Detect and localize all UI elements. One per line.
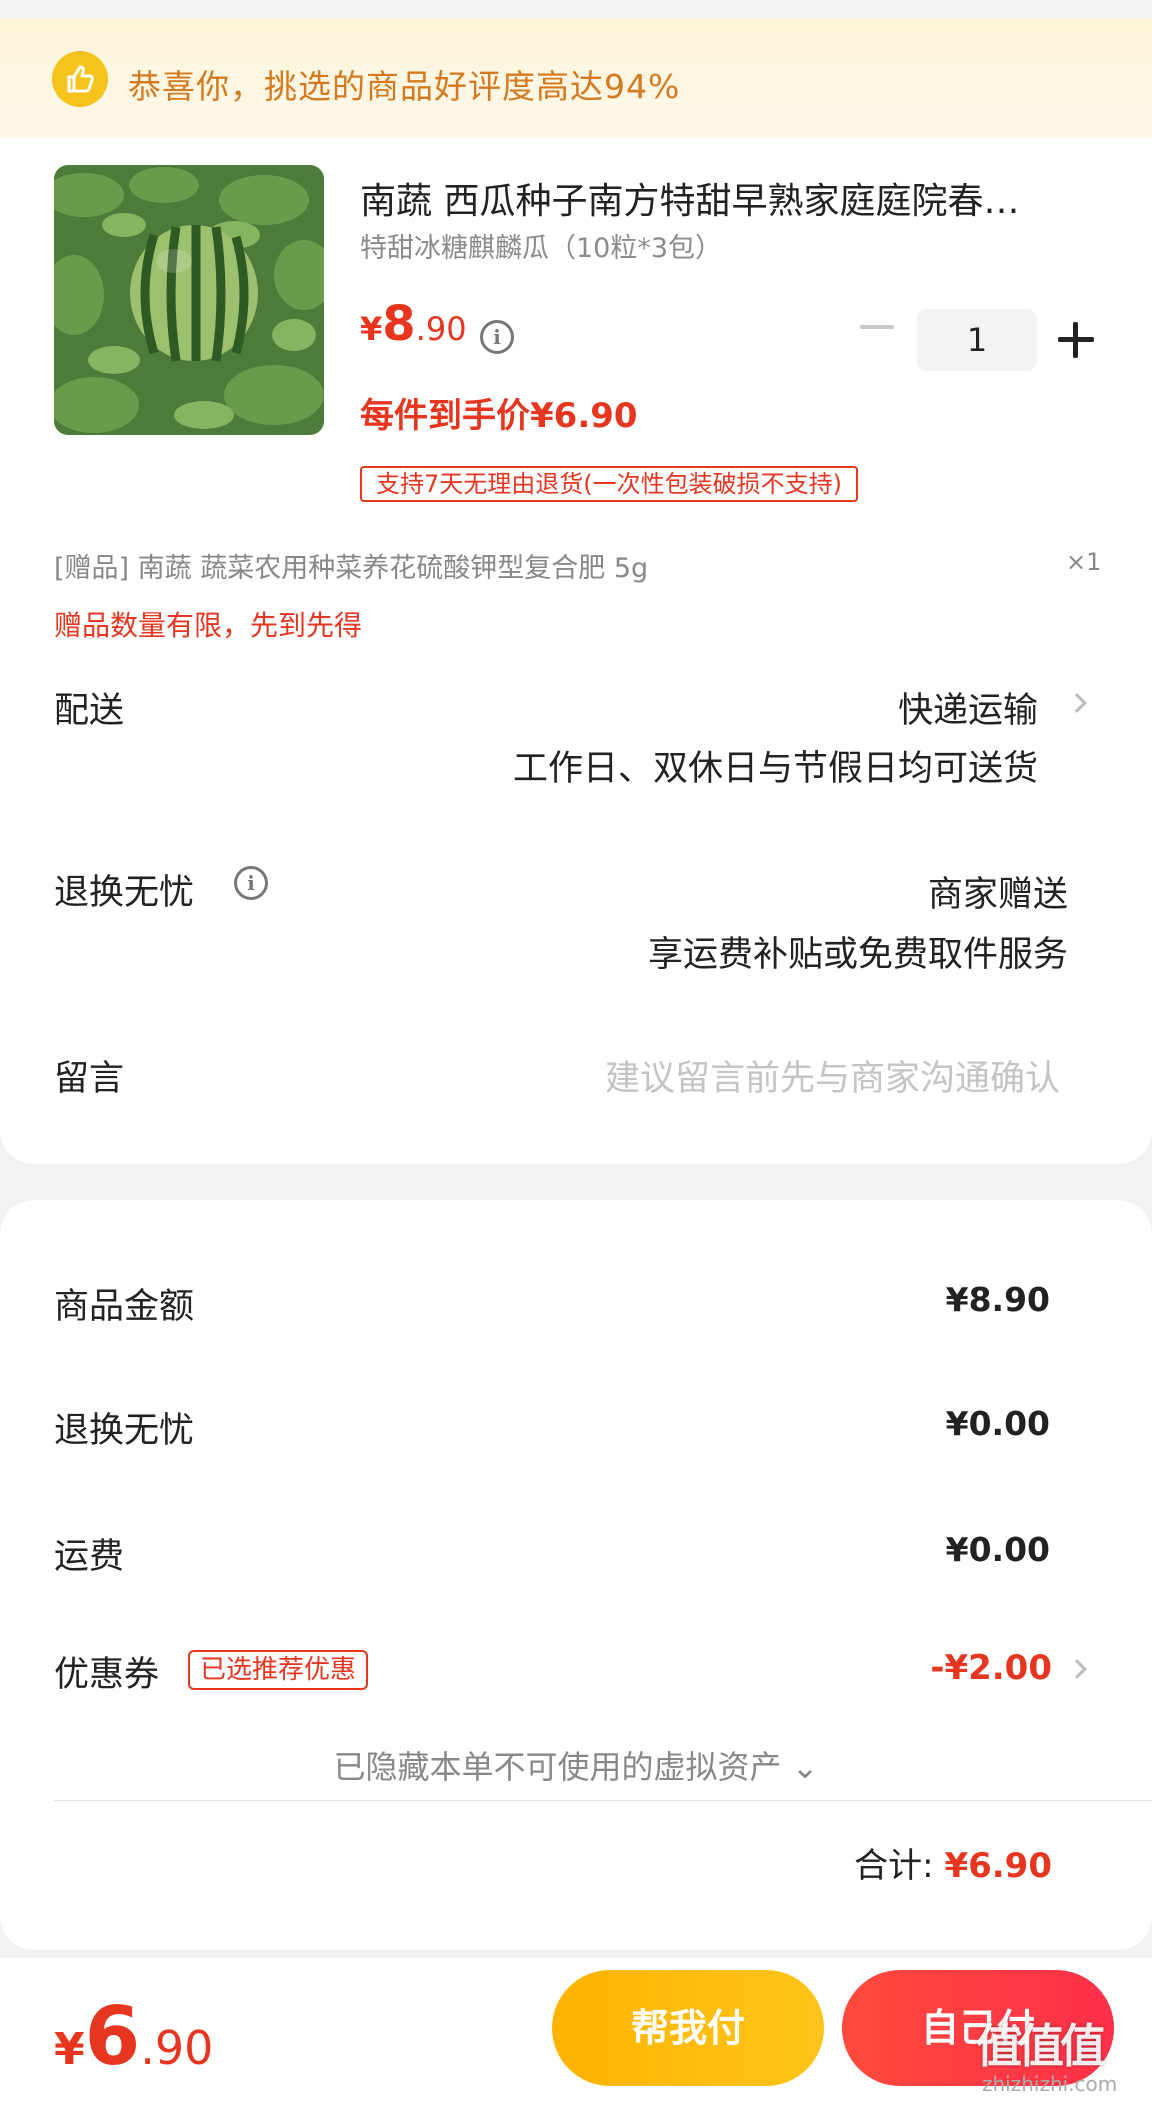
price-currency: ¥ bbox=[360, 310, 383, 348]
pay-currency: ¥ bbox=[54, 2024, 85, 2075]
rating-text: 恭喜你，挑选的商品好评度高达94% bbox=[128, 67, 681, 106]
total-label: 合计: bbox=[854, 1846, 934, 1886]
product-title[interactable]: 南蔬 西瓜种子南方特甜早熟家庭庭院春… bbox=[360, 172, 1080, 224]
price-info-icon[interactable]: i bbox=[480, 320, 514, 354]
gift-item: [赠品] 南蔬 蔬菜农用种菜养花硫酸钾型复合肥 5g bbox=[54, 553, 649, 584]
increase-quantity-button[interactable] bbox=[1058, 322, 1094, 358]
worry-free-value[interactable]: 商家赠送 bbox=[928, 866, 1068, 917]
final-price: 每件到手价¥6.90 bbox=[360, 396, 638, 436]
product-image[interactable] bbox=[54, 165, 324, 435]
divider bbox=[54, 1800, 1152, 1801]
worry-free-fee-label: 退换无忧 bbox=[54, 1411, 195, 1451]
coupon-label: 优惠券 bbox=[54, 1655, 160, 1695]
message-label: 留言 bbox=[54, 1059, 125, 1099]
product-spec[interactable]: 特甜冰糖麒麟瓜（10粒*3包） bbox=[360, 226, 722, 265]
worry-free-detail: 享运费补贴或免费取件服务 bbox=[647, 935, 1068, 975]
shipping-label: 运费 bbox=[54, 1537, 125, 1577]
worry-free-fee-value: ¥0.00 bbox=[945, 1404, 1050, 1443]
pay-decimal: .90 bbox=[140, 2021, 214, 2075]
quantity-input[interactable]: 1 bbox=[917, 309, 1037, 371]
gift-note: 赠品数量有限，先到先得 bbox=[54, 609, 363, 642]
worry-free-info-icon[interactable]: i bbox=[234, 866, 268, 900]
gift-quantity: ×1 bbox=[1066, 548, 1102, 576]
hidden-assets-toggle[interactable]: 已隐藏本单不可使用的虚拟资产 ⌄ bbox=[0, 1742, 1152, 1788]
price-decimal: .90 bbox=[415, 310, 467, 348]
pay-integer: 6 bbox=[84, 1990, 141, 2083]
order-total: 合计: ¥6.90 bbox=[854, 1838, 1052, 1887]
delivery-label: 配送 bbox=[54, 691, 125, 731]
message-input[interactable]: 建议留言前先与商家沟通确认 bbox=[605, 1050, 1060, 1101]
decrease-quantity-button[interactable] bbox=[860, 325, 894, 329]
help-me-pay-button[interactable]: 帮我付 bbox=[552, 1970, 824, 2086]
pay-amount: ¥6.90 bbox=[54, 1990, 213, 2083]
unit-price: ¥8.90 bbox=[360, 296, 467, 352]
thumbs-up-icon bbox=[52, 51, 108, 107]
total-value: ¥6.90 bbox=[944, 1846, 1052, 1886]
coupon-tag: 已选推荐优惠 bbox=[188, 1650, 369, 1690]
goods-amount-label: 商品金额 bbox=[54, 1287, 195, 1327]
price-integer: 8 bbox=[382, 296, 416, 352]
coupon-value[interactable]: -¥2.00 bbox=[930, 1648, 1052, 1688]
order-confirm-page: 恭喜你，挑选的商品好评度高达94% 南蔬 西瓜种子南方特甜早熟家庭庭院春… 特甜… bbox=[0, 0, 1152, 2102]
shipping-value: ¥0.00 bbox=[945, 1530, 1050, 1569]
watermark-url: zhizhizhi.com bbox=[982, 2072, 1118, 2096]
return-policy-tag: 支持7天无理由退货(一次性包装破损不支持) bbox=[360, 466, 858, 502]
worry-free-label: 退换无忧 bbox=[54, 873, 195, 913]
rating-banner: 恭喜你，挑选的商品好评度高达94% bbox=[0, 18, 1152, 138]
delivery-method[interactable]: 快递运输 bbox=[898, 682, 1038, 733]
goods-amount-value: ¥8.90 bbox=[945, 1280, 1050, 1319]
delivery-detail: 工作日、双休日与节假日均可送货 bbox=[512, 749, 1038, 789]
